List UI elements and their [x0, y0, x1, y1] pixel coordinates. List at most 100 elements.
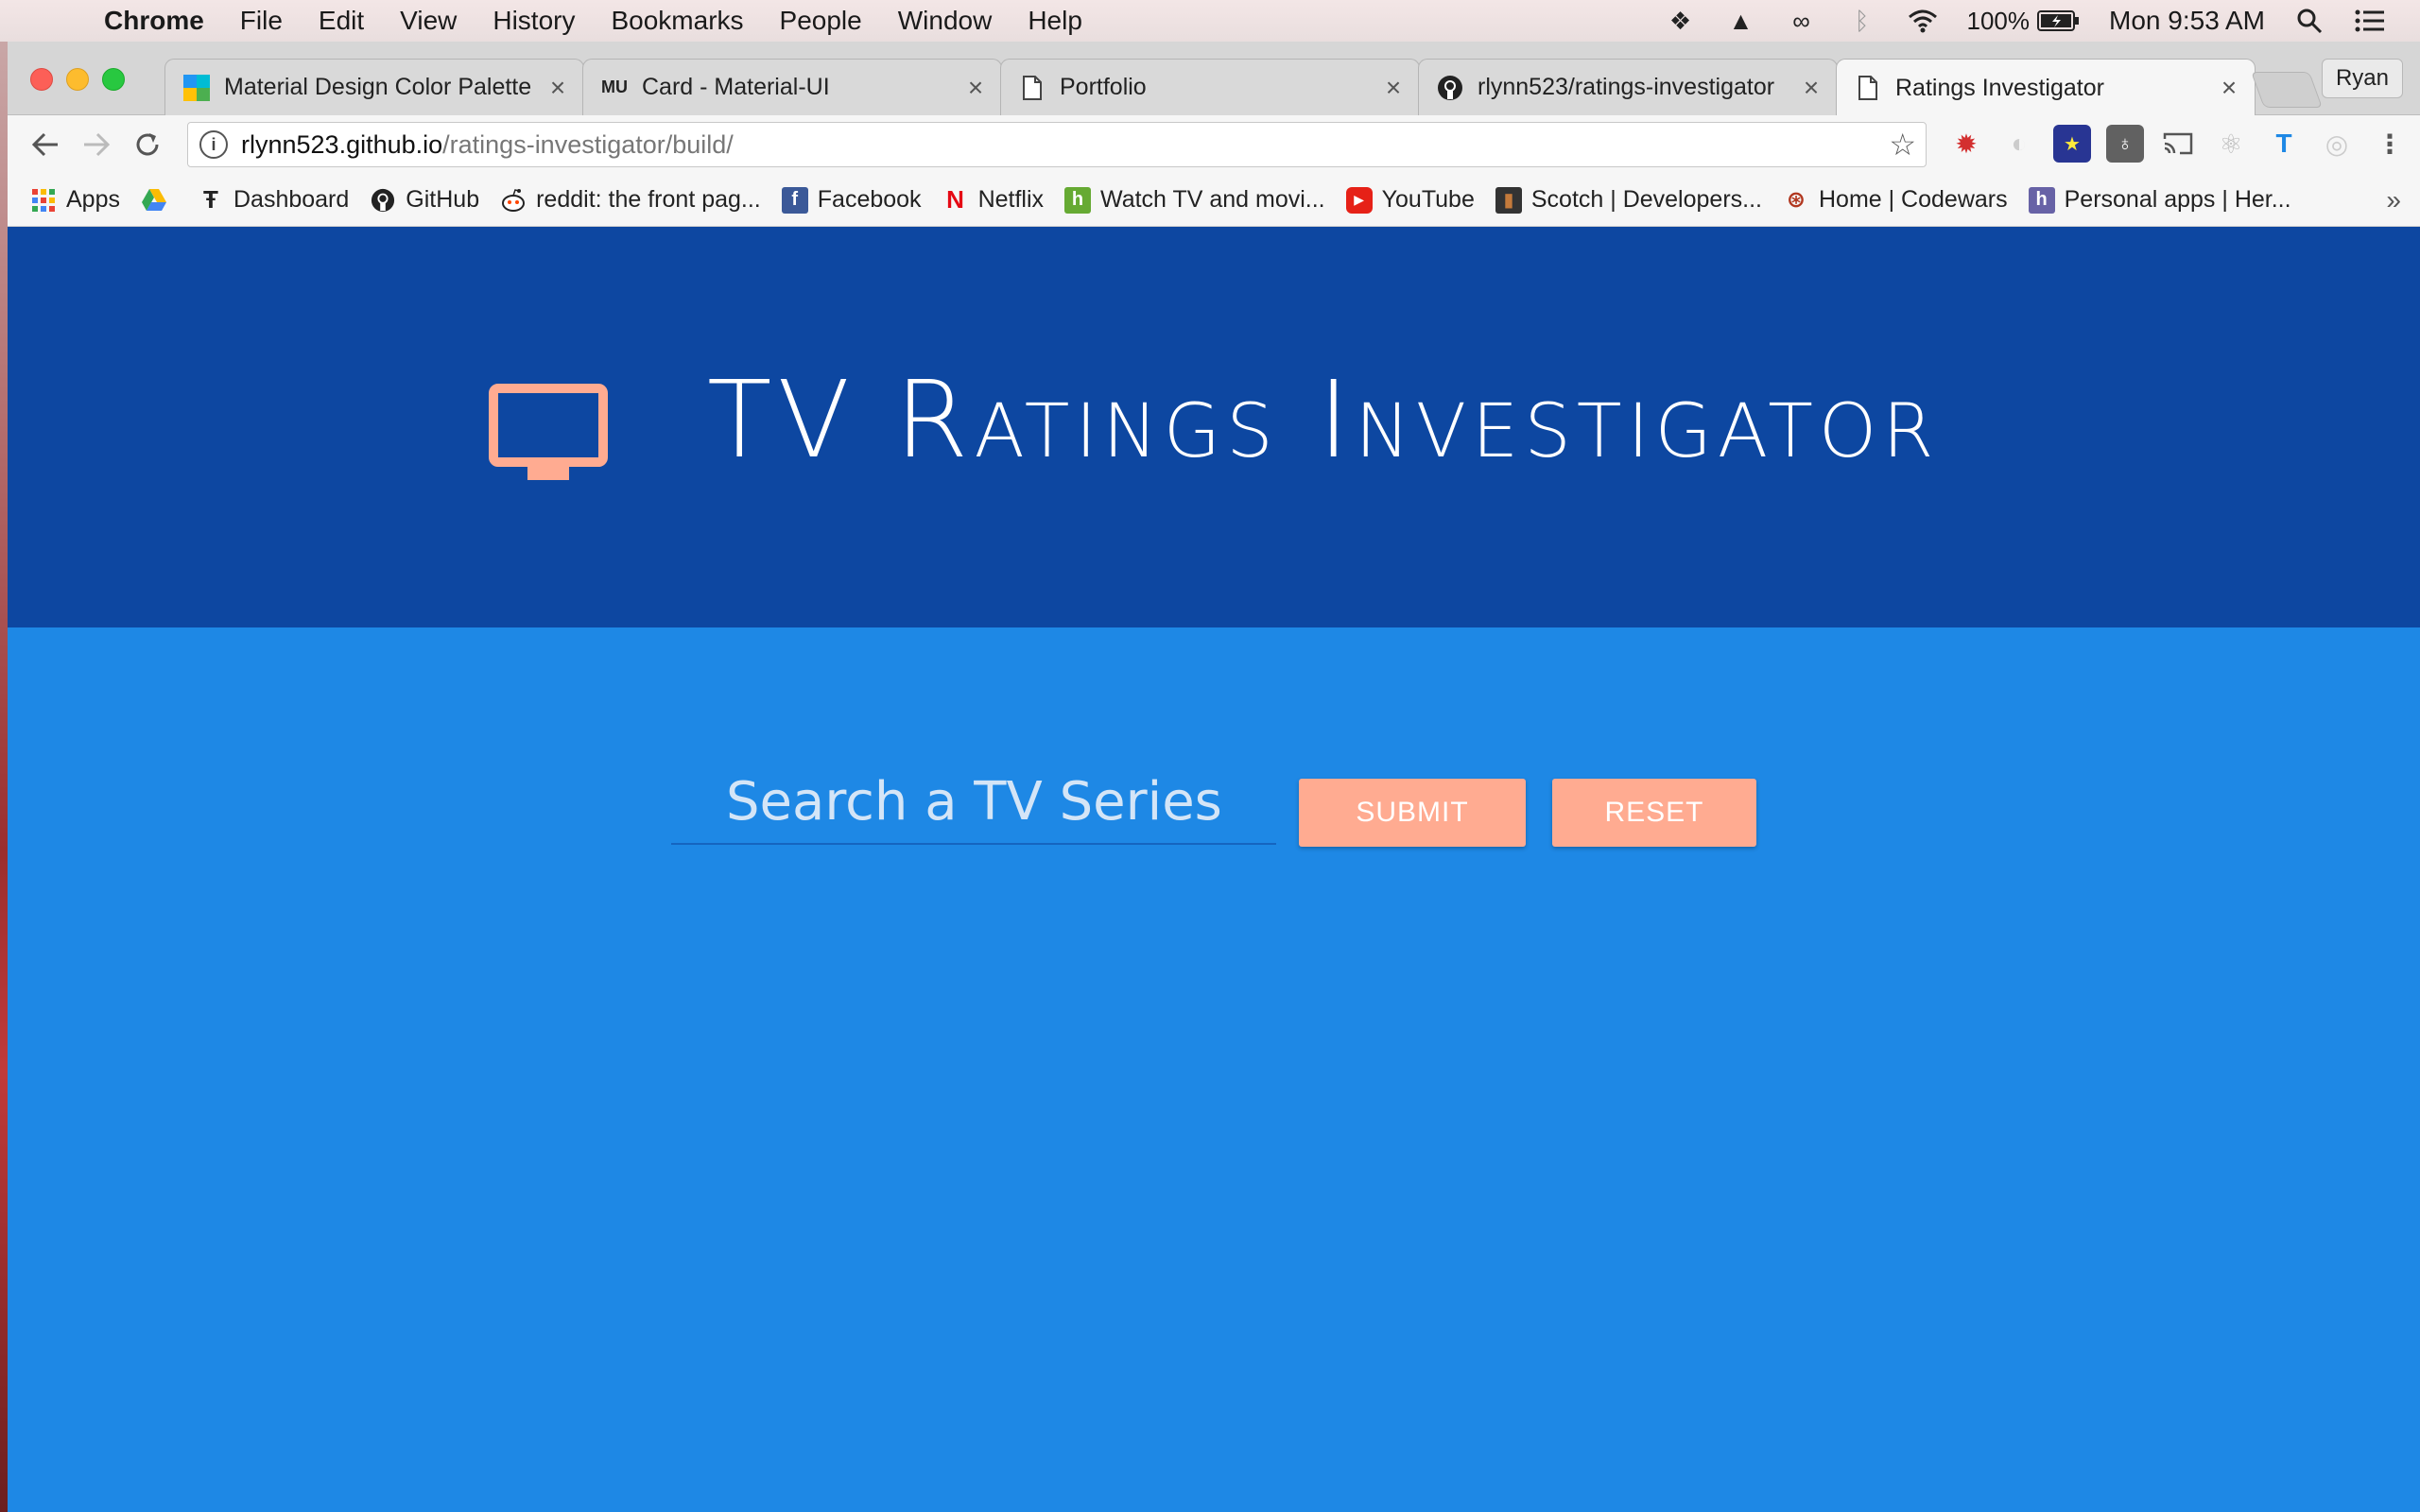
tv-series-search-input[interactable]	[671, 760, 1276, 845]
reddit-icon	[500, 187, 527, 214]
extension-lightbulb-icon[interactable]: ♁	[2106, 125, 2144, 163]
google-drive-icon[interactable]: ▲	[1725, 5, 1757, 37]
bookmark-codewars[interactable]: ⊛ Home | Codewars	[1783, 186, 2008, 214]
extension-red-badge-icon[interactable]: ✹	[1947, 125, 1985, 163]
bookmark-youtube[interactable]: ▶ YouTube	[1345, 186, 1475, 214]
menu-window[interactable]: Window	[898, 6, 993, 36]
tab-close-icon[interactable]: ×	[2215, 73, 2243, 103]
menu-history[interactable]: History	[493, 6, 575, 36]
github-icon	[370, 187, 396, 214]
menu-edit[interactable]: Edit	[319, 6, 364, 36]
bookmark-netflix[interactable]: N Netflix	[942, 185, 1045, 214]
bookmark-facebook[interactable]: f Facebook	[781, 186, 922, 214]
zoom-window-button[interactable]	[102, 68, 125, 91]
scotch-icon: ▮	[1495, 186, 1522, 214]
submit-button[interactable]: SUBMIT	[1299, 779, 1526, 847]
page-title: TV Ratings Investigator	[707, 359, 1940, 482]
tab-ratings-investigator[interactable]: Ratings Investigator ×	[1836, 59, 2256, 116]
bookmark-hulu[interactable]: h Watch TV and movi...	[1064, 186, 1325, 214]
bookmark-label: Watch TV and movi...	[1100, 186, 1325, 213]
tab-title: Portfolio	[1060, 74, 1147, 100]
minimize-window-button[interactable]	[66, 68, 89, 91]
bookmark-label: Netflix	[977, 186, 1045, 213]
extension-gray-swirl-icon[interactable]: ◐	[2000, 125, 2038, 163]
tab-github-repo[interactable]: rlynn523/ratings-investigator ×	[1418, 59, 1838, 115]
profile-button[interactable]: Ryan	[2321, 59, 2403, 98]
netflix-icon: N	[946, 185, 964, 214]
desktop-wallpaper-edge	[0, 42, 8, 1512]
bookmarks-bar: Apps Ŧ Dashboard GitHub reddit: the fron…	[8, 174, 2420, 227]
tab-close-icon[interactable]: ×	[1379, 73, 1408, 103]
google-drive-icon	[141, 187, 167, 214]
bookmark-scotch[interactable]: ▮ Scotch | Developers...	[1495, 186, 1762, 214]
dropbox-icon[interactable]: ❖	[1665, 5, 1697, 37]
reload-icon[interactable]	[129, 126, 166, 163]
extension-react-icon[interactable]: ⚛	[2212, 125, 2250, 163]
back-arrow-icon[interactable]	[26, 126, 64, 163]
page-icon	[1854, 74, 1882, 102]
battery-percent: 100%	[1966, 6, 2031, 35]
url-path: /ratings-investigator/build/	[442, 129, 734, 159]
menu-view[interactable]: View	[400, 6, 457, 36]
spotlight-search-icon[interactable]	[2293, 5, 2325, 37]
tab-title: Ratings Investigator	[1895, 74, 2104, 101]
apps-grid-icon	[30, 187, 57, 214]
bookmark-reddit[interactable]: reddit: the front pag...	[500, 186, 761, 214]
dashboard-t-icon: Ŧ	[203, 185, 218, 214]
tab-title: rlynn523/ratings-investigator	[1478, 74, 1775, 100]
bookmark-label: Scotch | Developers...	[1530, 186, 1762, 213]
wifi-icon[interactable]	[1907, 5, 1939, 37]
bookmark-star-icon[interactable]: ☆	[1889, 127, 1916, 163]
site-info-icon[interactable]: i	[199, 130, 228, 159]
menu-people[interactable]: People	[780, 6, 862, 36]
extension-gray-circle-icon[interactable]: ◎	[2318, 125, 2356, 163]
facebook-icon: f	[781, 186, 808, 214]
tab-close-icon[interactable]: ×	[544, 73, 572, 103]
glasses-icon[interactable]: ∞	[1786, 5, 1818, 37]
bookmark-apps[interactable]: Apps	[30, 186, 120, 214]
forward-arrow-icon[interactable]	[78, 126, 115, 163]
tab-close-icon[interactable]: ×	[961, 73, 990, 103]
tv-icon	[485, 378, 612, 482]
bookmark-dashboard[interactable]: Ŧ Dashboard	[198, 185, 349, 214]
menu-app-name[interactable]: Chrome	[104, 6, 204, 36]
browser-toolbar: i rlynn523.github.io/ratings-investigato…	[8, 115, 2420, 174]
tab-close-icon[interactable]: ×	[1797, 73, 1825, 103]
bookmark-heroku[interactable]: h Personal apps | Her...	[2028, 186, 2291, 214]
cast-icon[interactable]	[2159, 125, 2197, 163]
hero-header: TV Ratings Investigator	[8, 227, 2420, 627]
tab-title: Material Design Color Palette	[224, 74, 532, 100]
tab-material-color-palette[interactable]: Material Design Color Palette ×	[164, 59, 584, 115]
bookmark-github[interactable]: GitHub	[370, 186, 479, 214]
macos-menu-bar: Chrome File Edit View History Bookmarks …	[0, 0, 2420, 42]
tab-title: Card - Material-UI	[642, 74, 830, 100]
new-tab-button[interactable]	[2251, 72, 2323, 108]
bookmark-label: Facebook	[817, 186, 922, 213]
bookmarks-overflow-chevron-icon[interactable]: »	[2386, 185, 2401, 215]
menu-bar-tray: ❖ ▲ ∞ ᛒ 100% Mon 9:53 AM	[1636, 0, 2386, 42]
reset-button[interactable]: RESET	[1552, 779, 1756, 847]
extension-space-icon[interactable]: ★	[2053, 125, 2091, 163]
battery-icon[interactable]	[2037, 5, 2081, 37]
tab-strip: Material Design Color Palette × MU Card …	[8, 42, 2420, 116]
clock[interactable]: Mon 9:53 AM	[2109, 6, 2265, 36]
chrome-menu-icon[interactable]: ⋮	[2371, 125, 2409, 163]
bookmark-google-drive[interactable]	[141, 187, 177, 214]
tab-portfolio[interactable]: Portfolio ×	[1000, 59, 1420, 115]
notification-center-icon[interactable]	[2354, 5, 2386, 37]
address-bar[interactable]: i rlynn523.github.io/ratings-investigato…	[187, 122, 1927, 167]
menu-file[interactable]: File	[240, 6, 283, 36]
hulu-icon: h	[1064, 186, 1092, 214]
menu-help[interactable]: Help	[1028, 6, 1082, 36]
search-section: SUBMIT RESET	[8, 627, 2420, 1512]
close-window-button[interactable]	[30, 68, 53, 91]
palette-icon	[182, 74, 211, 102]
heroku-icon: h	[2028, 186, 2055, 214]
bluetooth-icon[interactable]: ᛒ	[1846, 5, 1878, 37]
tab-card-material-ui[interactable]: MU Card - Material-UI ×	[582, 59, 1002, 115]
extension-typography-icon[interactable]: T	[2265, 125, 2303, 163]
menu-bookmarks[interactable]: Bookmarks	[611, 6, 743, 36]
material-ui-icon: MU	[601, 77, 628, 96]
page-icon	[1018, 74, 1046, 102]
bookmark-label: Home | Codewars	[1818, 186, 2008, 213]
